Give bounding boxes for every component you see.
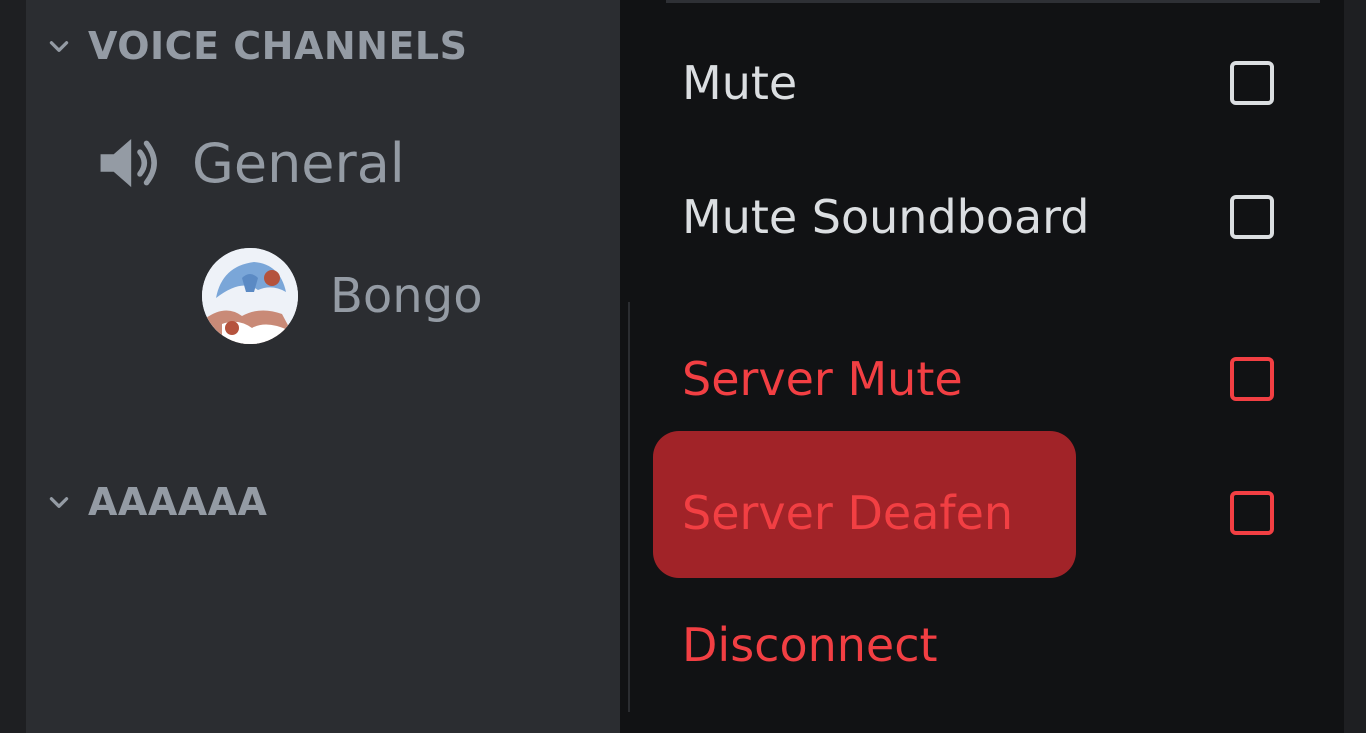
channel-sidebar: VOICE CHANNELS General Bongo AAAAAA (26, 0, 620, 733)
server-list-gutter (0, 0, 26, 733)
category-label: AAAAAA (88, 480, 268, 524)
voice-channel-general[interactable]: General (94, 128, 405, 198)
checkbox-icon[interactable] (1230, 195, 1274, 239)
app-root: VOICE CHANNELS General Bongo AAAAAA Mute… (0, 0, 1366, 733)
checkbox-icon[interactable] (1230, 61, 1274, 105)
member-name: Bongo (330, 268, 483, 324)
avatar-image (202, 248, 298, 344)
menu-item-label: Server Deafen (682, 486, 1014, 540)
member-list-gutter (1344, 0, 1366, 733)
speaker-icon (100, 138, 157, 188)
menu-item-label: Mute (682, 56, 798, 110)
menu-item-label: Disconnect (682, 618, 938, 672)
category-voice-channels[interactable]: VOICE CHANNELS (46, 24, 468, 68)
menu-item-mute[interactable]: Mute (654, 28, 1314, 138)
menu-item-disconnect[interactable]: Disconnect (654, 590, 1314, 700)
chevron-down-icon (49, 41, 69, 52)
menu-item-mute-soundboard[interactable]: Mute Soundboard (654, 162, 1314, 272)
menu-item-label: Mute Soundboard (682, 190, 1090, 244)
checkbox-icon[interactable] (1230, 491, 1274, 535)
menu-item-label: Server Mute (682, 352, 963, 406)
user-context-menu: Mute Mute Soundboard Server Mute Server … (620, 0, 1344, 733)
checkbox-icon[interactable] (1230, 357, 1274, 401)
category-label: VOICE CHANNELS (88, 24, 468, 68)
menu-item-server-deafen[interactable]: Server Deafen (654, 458, 1314, 568)
category-aaaaaa[interactable]: AAAAAA (46, 480, 267, 524)
channel-name: General (192, 131, 405, 195)
menu-divider (628, 302, 630, 712)
voice-member-bongo[interactable]: Bongo (202, 248, 483, 344)
avatar (202, 248, 298, 344)
chevron-down-icon (49, 497, 69, 508)
menu-separator (666, 0, 1320, 3)
menu-item-server-mute[interactable]: Server Mute (654, 324, 1314, 434)
